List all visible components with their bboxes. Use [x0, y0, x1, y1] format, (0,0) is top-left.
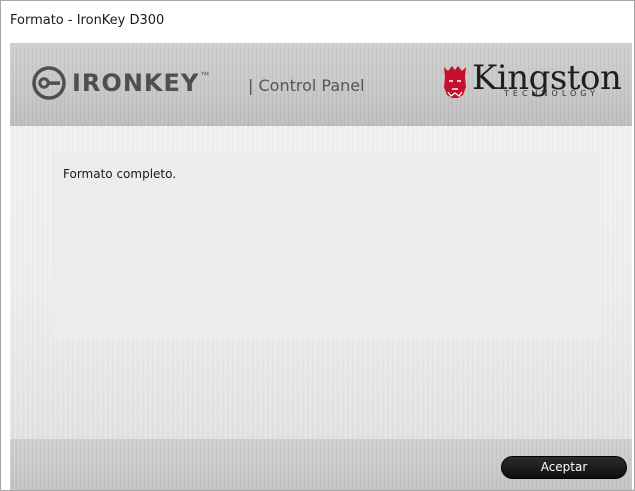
window-title: Formato - IronKey D300	[10, 13, 165, 28]
key-icon	[32, 66, 66, 100]
status-message: Formato completo.	[63, 167, 177, 181]
kingston-logo: Kingston TECHNOLOGY	[434, 58, 624, 105]
ironkey-logo: IRONKEY ™	[32, 65, 209, 101]
header-banner: IRONKEY ™ | Control Panel Kingston TECHNO…	[10, 43, 632, 126]
window-titlebar: Formato - IronKey D300	[1, 1, 634, 43]
message-panel: Formato completo.	[52, 153, 600, 339]
content-area: Formato completo.	[10, 126, 632, 439]
trademark-symbol: ™	[200, 70, 210, 80]
king-head-icon	[444, 66, 466, 98]
accept-button[interactable]: Aceptar	[501, 456, 627, 479]
ironkey-wordmark: IRONKEY	[72, 69, 200, 97]
control-panel-label: | Control Panel	[248, 76, 365, 95]
footer-bar: Aceptar	[10, 439, 632, 490]
app-window: Formato - IronKey D300 IRONKEY ™ | Contro…	[0, 0, 635, 491]
kingston-tagline: TECHNOLOGY	[504, 89, 599, 98]
